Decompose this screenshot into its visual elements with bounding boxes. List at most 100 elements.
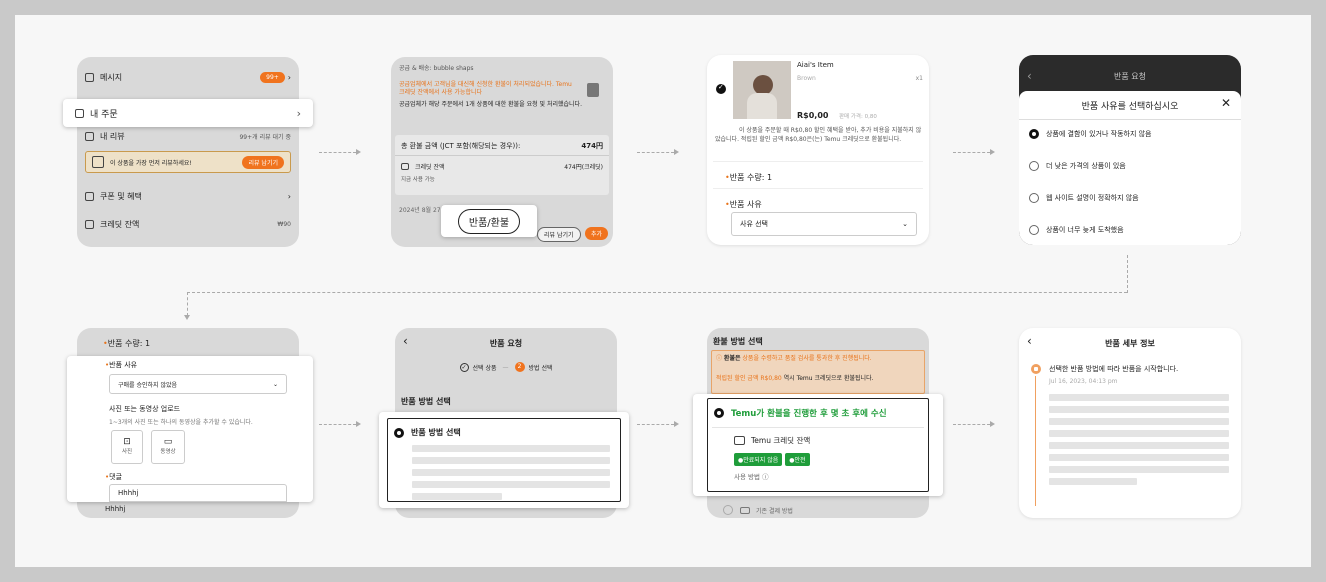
item-selected-checkbox[interactable]: ✓ (716, 83, 726, 94)
timeline-date: Jul 16, 2023, 04:13 pm (1049, 378, 1118, 385)
return-refund-button[interactable]: 반품/환불 (457, 208, 521, 234)
menu-item-reviews[interactable]: 내 리뷰 99+개 리뷰 대기 중 (77, 129, 299, 143)
item-quantity: x1 (915, 75, 923, 82)
close-icon[interactable]: ✕ (1221, 96, 1231, 110)
wallet-icon (734, 436, 745, 445)
refund-method-highlight: Temu가 환불을 진행한 후 몇 초 후에 수신 Temu 크레딧 잔액 ●만… (693, 394, 943, 496)
credit-icon (401, 163, 409, 170)
return-reason-panel: ‹ 반품 요청 반품 사유를 선택하십시오 ✕ 상품에 결함이 있거나 작동하지… (1019, 55, 1241, 245)
photo-label: 사진 (121, 449, 133, 455)
camera-icon: ⊡ (123, 437, 131, 447)
leave-review-button[interactable]: 리뷰 남기기 (242, 155, 284, 169)
my-orders-label: 내 주문 (90, 109, 118, 120)
reason-select-value: 사유 선택 (740, 220, 768, 228)
step-2-number: 2 (514, 362, 525, 372)
comment-input[interactable]: Hhhhj (109, 484, 287, 502)
reason-select[interactable]: 사유 선택 ⌄ (731, 212, 917, 236)
reason-option[interactable]: 상품이 너무 늦게 도착했음 (1019, 223, 1241, 237)
item-price: R$0,00 (797, 111, 829, 120)
coupon-icon (85, 191, 94, 201)
no-expiry-badge: ●만료되지 않음 (734, 453, 783, 466)
menu-item-credit[interactable]: 크레딧 잔액 ₩90 (77, 217, 299, 231)
step-indicator: ✓ 선택 상품 — 2 방법 선택 (459, 362, 553, 372)
refund-method-option[interactable]: Temu가 환불을 진행한 후 몇 초 후에 수신 Temu 크레딧 잔액 ●만… (707, 398, 929, 492)
return-method-title: 반품 방법 선택 (411, 428, 461, 437)
temu-credit-label: Temu 크레딧 잔액 (751, 436, 811, 445)
item-variant: Brown (797, 75, 816, 82)
flow-arrow (953, 147, 995, 157)
flow-connector (187, 292, 1127, 293)
modal-title: 반품 사유를 선택하십시오 (1081, 102, 1179, 112)
credit-icon (85, 219, 94, 229)
coupons-label: 쿠폰 및 혜택 (100, 191, 142, 201)
original-payment-option[interactable]: 기존 결제 방법 (723, 505, 793, 515)
order-icon (75, 108, 84, 118)
add-button[interactable]: 추가 (585, 227, 609, 240)
reason-option[interactable]: 상품에 결함이 있거나 작동하지 않음 (1019, 127, 1241, 141)
radio-selected (394, 427, 404, 438)
step-1-label: 선택 상품 (472, 364, 497, 372)
menu-item-messages[interactable]: 메시지 99+ › (77, 69, 299, 85)
flow-canvas: 메시지 99+ › 내 리뷰 99+개 리뷰 대기 중 이 상품을 가장 먼저 리… (15, 15, 1311, 567)
messages-label: 메시지 (100, 72, 123, 82)
reason-select[interactable]: 구매를 승인하지 않았음 ⌄ (109, 374, 287, 394)
flow-connector (1127, 255, 1128, 293)
message-icon (85, 72, 94, 82)
return-quantity: •반품 수량: 1 (725, 173, 773, 182)
timeline-dot (1031, 364, 1041, 374)
upload-title: 사진 또는 동영상 업로드 (109, 405, 181, 413)
menu-item-coupons[interactable]: 쿠폰 및 혜택 › (77, 189, 299, 203)
return-method-highlight: 반품 방법 선택 (379, 412, 629, 508)
return-item-panel: ✓ Aiai's Item Brown x1 R$0,00 판매 가격: 0,8… (707, 55, 929, 245)
timeline-line (1035, 376, 1036, 506)
credit-balance: ₩90 (277, 220, 291, 228)
refund-supplier-note: 공급업체가 해당 주문에서 1개 상품에 대한 환불을 요청 및 처리했습니다. (399, 101, 582, 108)
usage-help-link[interactable]: 사용 방법 ⓘ (734, 471, 769, 481)
check-icon: ✓ (459, 362, 469, 372)
credit-value: 474円(크레딧) (564, 164, 603, 171)
reason-option[interactable]: 더 낮은 가격의 상품이 있음 (1019, 159, 1241, 173)
leave-review-button[interactable]: 리뷰 남기기 (537, 227, 581, 242)
add-photo-button[interactable]: ⊡ 사진 (111, 430, 143, 464)
reason-option[interactable]: 웹 사이트 설명이 정확하지 않음 (1019, 191, 1241, 205)
page-title: 반품 요청 (1114, 72, 1146, 81)
flow-arrow (953, 419, 995, 429)
comment-title: •댓글 (105, 473, 123, 481)
reason-modal: 반품 사유를 선택하십시오 ✕ 상품에 결함이 있거나 작동하지 않음 더 낮은… (1019, 91, 1241, 245)
chevron-right-icon: › (296, 106, 301, 120)
comment-preview: Hhhhj (105, 505, 126, 513)
discount-description: 이 상품을 주문할 때 R$0,80 할인 혜택을 받아, 추가 비용을 지불하… (715, 127, 922, 143)
flow-arrow (637, 419, 679, 429)
item-original-price: 판매 가격: 0,80 (839, 114, 877, 120)
reviews-pending-count: 99+개 리뷰 대기 중 (239, 133, 291, 141)
add-video-button[interactable]: ▭ 동영상 (151, 430, 185, 464)
chevron-right-icon: › (287, 191, 291, 201)
section-title: 반품 방법 선택 (401, 397, 451, 406)
flow-connector (187, 292, 188, 316)
account-menu-panel: 메시지 99+ › 내 리뷰 99+개 리뷰 대기 중 이 상품을 가장 먼저 리… (77, 57, 299, 247)
video-icon: ▭ (163, 437, 173, 447)
product-image (733, 61, 791, 119)
total-refund-value: 474円 (581, 142, 603, 150)
flow-arrow-head (184, 315, 190, 320)
refund-summary-box: 총 환불 금액 (JCT 포함(해당되는 경우)): 474円 크레딧 잔액 4… (395, 135, 609, 195)
return-method-option[interactable]: 반품 방법 선택 (387, 418, 621, 502)
step-2-label: 방법 선택 (528, 364, 553, 372)
secure-badge: ●안전 (785, 453, 810, 466)
product-thumbnail (92, 156, 104, 168)
upload-description: 1~3개의 사진 또는 하나의 동영상을 추가할 수 있습니다. (109, 419, 253, 426)
seller-info: 공급 & 배송: bubble shaps (399, 65, 474, 72)
credit-label: 크레딧 잔액 (100, 219, 140, 229)
product-thumbnail (587, 83, 599, 97)
reviews-label: 내 리뷰 (100, 131, 125, 141)
menu-item-my-orders[interactable]: 내 주문 › (63, 99, 313, 127)
total-refund-label: 총 환불 금액 (JCT 포함(해당되는 경우)): (401, 142, 521, 150)
flow-arrow (637, 147, 679, 157)
timeline-message: 선택한 반품 방법에 따라 반품을 시작합니다. (1049, 365, 1179, 373)
review-prompt-text: 이 상품을 가장 먼저 리뷰하세요! (110, 159, 192, 167)
reason-select-value: 구매를 승인하지 않았음 (118, 381, 178, 389)
review-icon (85, 131, 94, 141)
chevron-right-icon: › (287, 72, 291, 82)
review-prompt-banner: 이 상품을 가장 먼저 리뷰하세요! 리뷰 남기기 (85, 151, 291, 173)
return-reason-title: •반품 사유 (105, 361, 138, 369)
